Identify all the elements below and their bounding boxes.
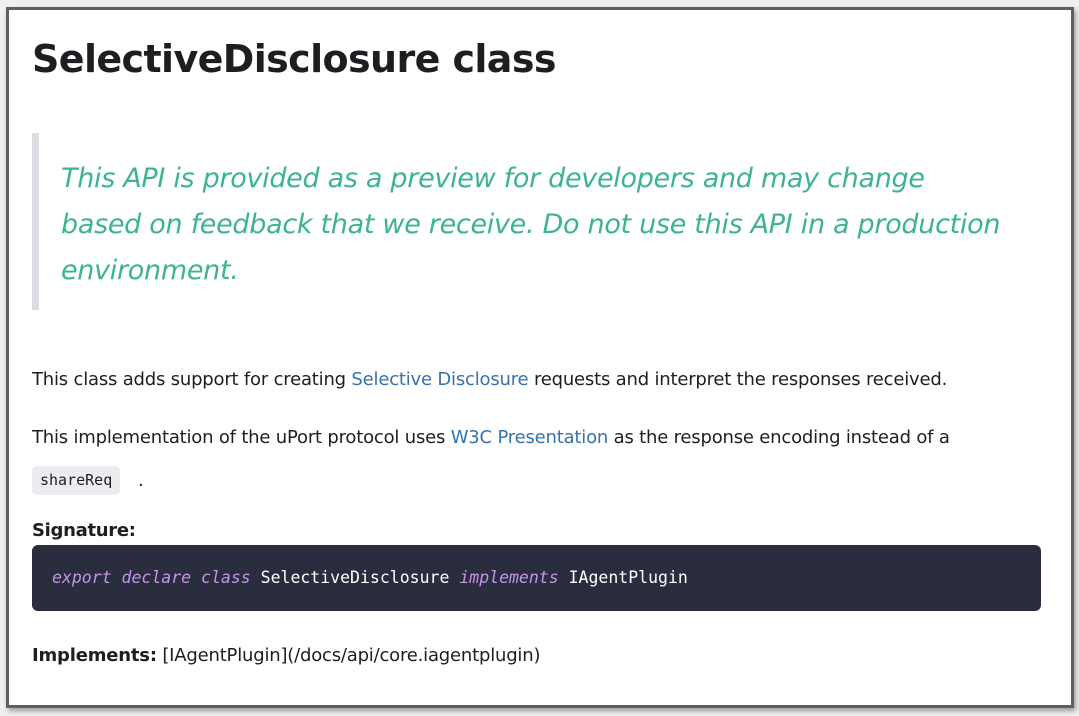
window-frame: SelectiveDisclosure class This API is pr… — [6, 7, 1074, 708]
implementation-text-before: This implementation of the uPort protoco… — [32, 427, 451, 448]
implements-line: Implements: [IAgentPlugin](/docs/api/cor… — [32, 641, 540, 671]
code-keyword-declare: declare — [121, 568, 192, 587]
preview-notice-text: This API is provided as a preview for de… — [61, 163, 1001, 286]
implements-label: Implements: — [32, 645, 157, 666]
code-interface-name: IAgentPlugin — [568, 568, 688, 587]
sharereq-inline-code: shareReq — [32, 466, 121, 495]
paragraph-period: . — [138, 470, 144, 491]
implements-value: [IAgentPlugin](/docs/api/core.iagentplug… — [162, 645, 541, 666]
description-text-after: requests and interpret the responses rec… — [528, 369, 948, 390]
code-class-name: SelectiveDisclosure — [260, 568, 450, 587]
description-text-before: This class adds support for creating — [32, 369, 352, 390]
code-keyword-implements: implements — [459, 568, 559, 587]
w3c-presentation-link[interactable]: W3C Presentation — [451, 427, 609, 448]
selective-disclosure-link[interactable]: Selective Disclosure — [351, 369, 528, 390]
implementation-text-after: as the response encoding instead of a — [608, 427, 950, 448]
code-keyword-class: class — [201, 568, 251, 587]
code-keyword-export: export — [52, 568, 112, 587]
page-title: SelectiveDisclosure class — [32, 37, 556, 81]
preview-notice: This API is provided as a preview for de… — [32, 133, 1012, 310]
description-paragraph: This class adds support for creating Sel… — [32, 363, 947, 396]
implementation-paragraph: This implementation of the uPort protoco… — [32, 421, 950, 454]
signature-code-block[interactable]: export declare class SelectiveDisclosure… — [32, 545, 1041, 611]
signature-label: Signature: — [32, 520, 136, 541]
